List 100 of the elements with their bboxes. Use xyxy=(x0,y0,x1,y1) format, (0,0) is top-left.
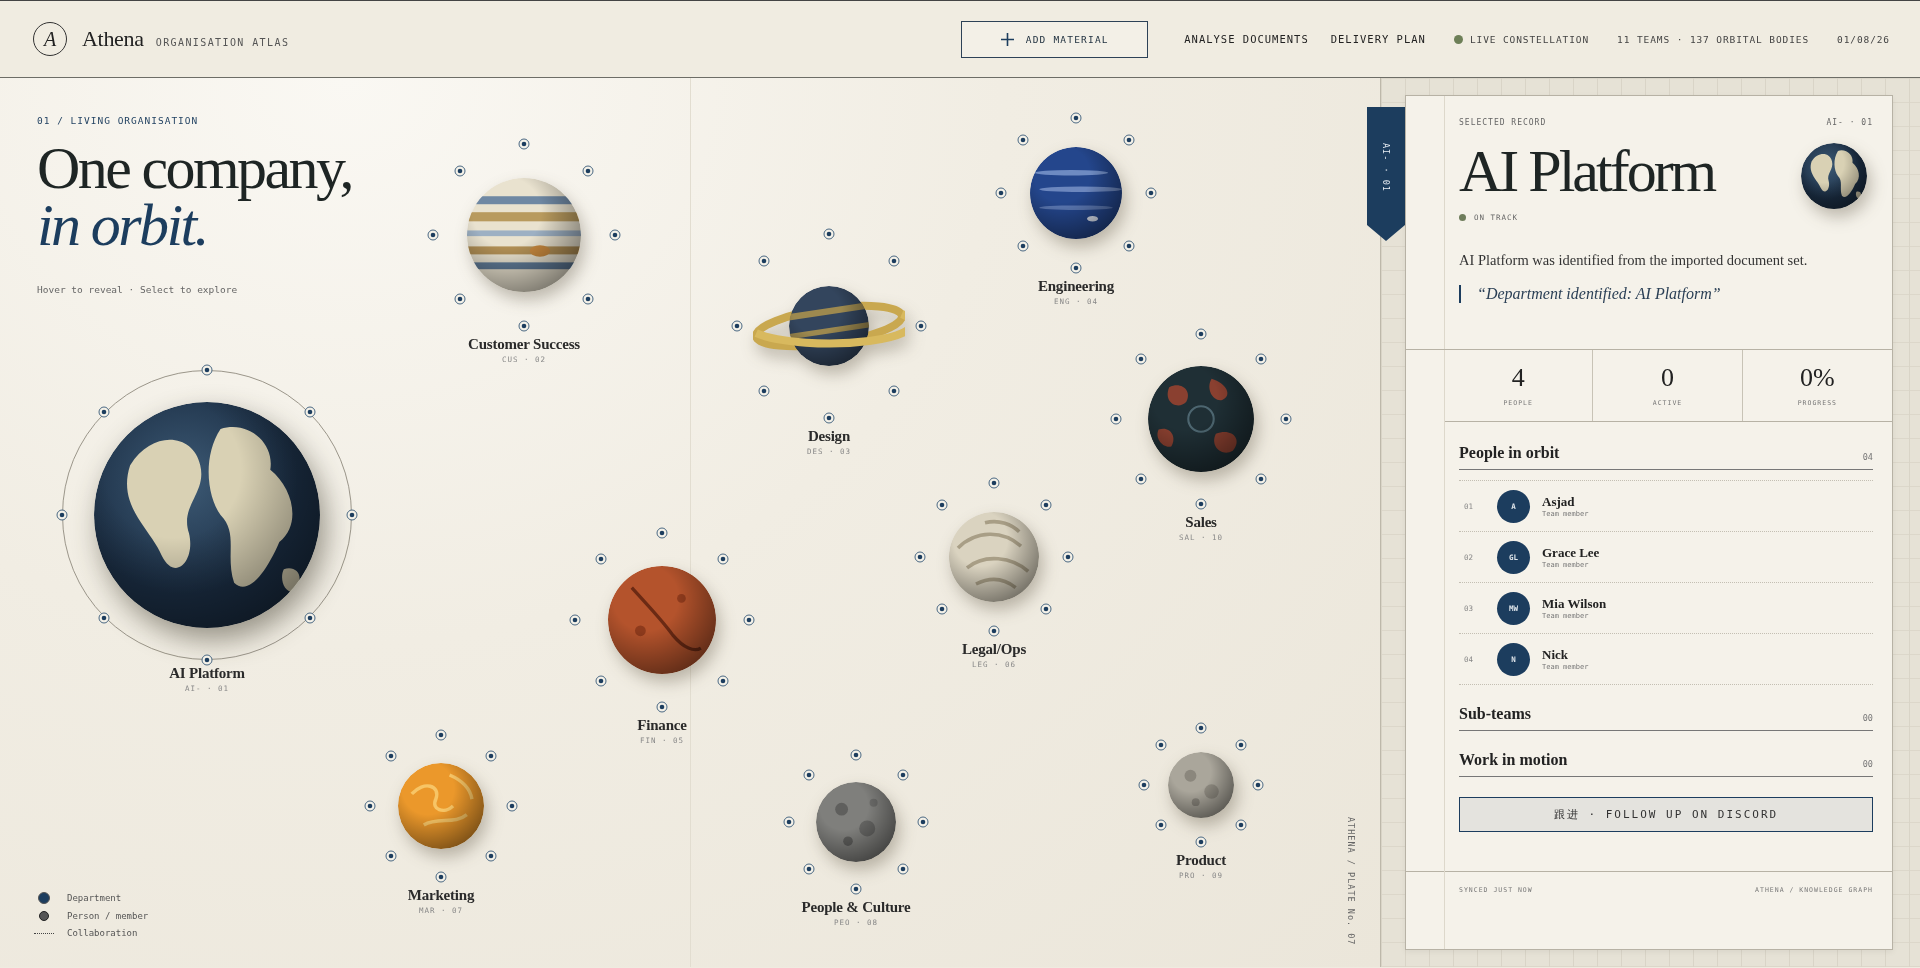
member-dot-icon[interactable] xyxy=(201,364,213,376)
planet-name[interactable]: Legal/Ops xyxy=(961,640,1026,658)
member-dot-icon[interactable] xyxy=(757,254,770,267)
member-dot-icon[interactable] xyxy=(346,509,358,521)
legend-label: Collaboration xyxy=(67,928,138,938)
member-dot-icon[interactable] xyxy=(56,509,68,521)
planet-name[interactable]: AI Platform xyxy=(169,665,245,682)
member-dot-icon[interactable] xyxy=(1040,603,1053,616)
planet-name[interactable]: Product xyxy=(1176,851,1226,869)
member-dot-icon[interactable] xyxy=(717,675,730,688)
stat-value: 0 xyxy=(1661,364,1674,391)
member-dot-icon[interactable] xyxy=(935,498,948,511)
member-dot-icon[interactable] xyxy=(453,293,466,306)
member-dot-icon[interactable] xyxy=(742,614,755,626)
member-dot-icon[interactable] xyxy=(1123,240,1136,253)
member-dot-icon[interactable] xyxy=(485,850,498,863)
member-dot-icon[interactable] xyxy=(850,882,862,895)
nav-link[interactable]: ANALYSE DOCUMENTS xyxy=(1184,33,1309,45)
member-dot-icon[interactable] xyxy=(1145,187,1158,199)
member-dot-icon[interactable] xyxy=(1070,262,1082,275)
member-dot-icon[interactable] xyxy=(994,187,1007,199)
member-dot-icon[interactable] xyxy=(1235,738,1248,751)
member-dot-icon[interactable] xyxy=(1280,413,1293,425)
member-dot-icon[interactable] xyxy=(731,320,743,332)
member-dot-icon[interactable] xyxy=(802,768,815,781)
member-dot-icon[interactable] xyxy=(1109,413,1122,425)
member-dot-icon[interactable] xyxy=(453,164,466,177)
member-dot-icon[interactable] xyxy=(802,863,815,876)
member-dot-icon[interactable] xyxy=(988,477,1000,490)
member-dot-icon[interactable] xyxy=(1195,327,1207,340)
member-dot-icon[interactable] xyxy=(569,614,582,626)
member-dot-icon[interactable] xyxy=(518,138,530,151)
planet-thumbnail-drawing xyxy=(1801,143,1867,209)
member-dot-icon[interactable] xyxy=(518,319,530,332)
bookmark-tab[interactable]: AI- · 01 xyxy=(1367,107,1405,241)
member-dot-icon[interactable] xyxy=(608,229,621,241)
member-dot-icon[interactable] xyxy=(888,385,901,398)
member-dot-icon[interactable] xyxy=(897,863,910,876)
member-dot-icon[interactable] xyxy=(897,768,910,781)
member-dot-icon[interactable] xyxy=(916,816,929,828)
member-dot-icon[interactable] xyxy=(1251,779,1264,791)
member-dot-icon[interactable] xyxy=(594,552,607,565)
member-dot-icon[interactable] xyxy=(1016,133,1029,146)
follow-up-button[interactable]: 跟进 · FOLLOW UP ON DISCORD xyxy=(1459,797,1873,832)
member-dot-icon[interactable] xyxy=(1061,551,1074,563)
member-dot-icon[interactable] xyxy=(384,850,397,863)
member-dot-icon[interactable] xyxy=(935,603,948,616)
member-dot-icon[interactable] xyxy=(427,229,440,241)
member-dot-icon[interactable] xyxy=(888,254,901,267)
member-dot-icon[interactable] xyxy=(823,412,835,424)
member-dot-icon[interactable] xyxy=(988,624,1000,637)
planet-name[interactable]: Engineering xyxy=(1037,278,1115,296)
planet-name[interactable]: People & Culture xyxy=(801,898,911,916)
department-icon xyxy=(38,892,50,904)
planet-name[interactable]: Marketing xyxy=(407,887,475,905)
member-dot-icon[interactable] xyxy=(201,654,213,666)
member-dot-icon[interactable] xyxy=(1123,133,1136,146)
member-dot-icon[interactable] xyxy=(1016,240,1029,253)
member-dot-icon[interactable] xyxy=(850,749,862,762)
member-dot-icon[interactable] xyxy=(656,700,668,713)
member-dot-icon[interactable] xyxy=(1134,352,1147,365)
member-dot-icon[interactable] xyxy=(823,228,835,240)
member-dot-icon[interactable] xyxy=(1255,473,1268,486)
member-dot-icon[interactable] xyxy=(1235,819,1248,832)
member-dot-icon[interactable] xyxy=(485,749,498,762)
person-name: Asjad xyxy=(1542,494,1576,510)
member-dot-icon[interactable] xyxy=(1195,498,1207,511)
member-dot-icon[interactable] xyxy=(582,293,595,306)
member-dot-icon[interactable] xyxy=(1040,498,1053,511)
member-dot-icon[interactable] xyxy=(435,871,447,884)
member-dot-icon[interactable] xyxy=(1255,352,1268,365)
member-dot-icon[interactable] xyxy=(1138,779,1151,791)
member-dot-icon[interactable] xyxy=(303,611,316,624)
member-dot-icon[interactable] xyxy=(757,385,770,398)
planet-name[interactable]: Customer Success xyxy=(468,335,580,353)
add-material-button[interactable]: ADD MATERIAL xyxy=(961,20,1149,58)
member-dot-icon[interactable] xyxy=(303,406,316,419)
planet-name[interactable]: Design xyxy=(807,428,851,445)
member-dot-icon[interactable] xyxy=(594,675,607,688)
member-dot-icon[interactable] xyxy=(1154,738,1167,751)
member-dot-icon[interactable] xyxy=(98,611,111,624)
member-dot-icon[interactable] xyxy=(1195,835,1207,848)
member-dot-icon[interactable] xyxy=(783,816,796,828)
member-dot-icon[interactable] xyxy=(1134,473,1147,486)
member-dot-icon[interactable] xyxy=(582,164,595,177)
member-dot-icon[interactable] xyxy=(1195,722,1207,735)
member-dot-icon[interactable] xyxy=(384,749,397,762)
member-dot-icon[interactable] xyxy=(435,728,447,741)
planet-name[interactable]: Finance xyxy=(637,716,687,734)
member-dot-icon[interactable] xyxy=(98,406,111,419)
planet-name[interactable]: Sales xyxy=(1185,514,1217,532)
member-dot-icon[interactable] xyxy=(1154,819,1167,832)
member-dot-icon[interactable] xyxy=(915,320,927,332)
member-dot-icon[interactable] xyxy=(717,552,730,565)
member-dot-icon[interactable] xyxy=(506,800,519,812)
member-dot-icon[interactable] xyxy=(1070,111,1082,124)
member-dot-icon[interactable] xyxy=(914,551,927,563)
member-dot-icon[interactable] xyxy=(363,800,376,812)
member-dot-icon[interactable] xyxy=(656,527,668,540)
nav-link[interactable]: DELIVERY PLAN xyxy=(1330,33,1426,45)
